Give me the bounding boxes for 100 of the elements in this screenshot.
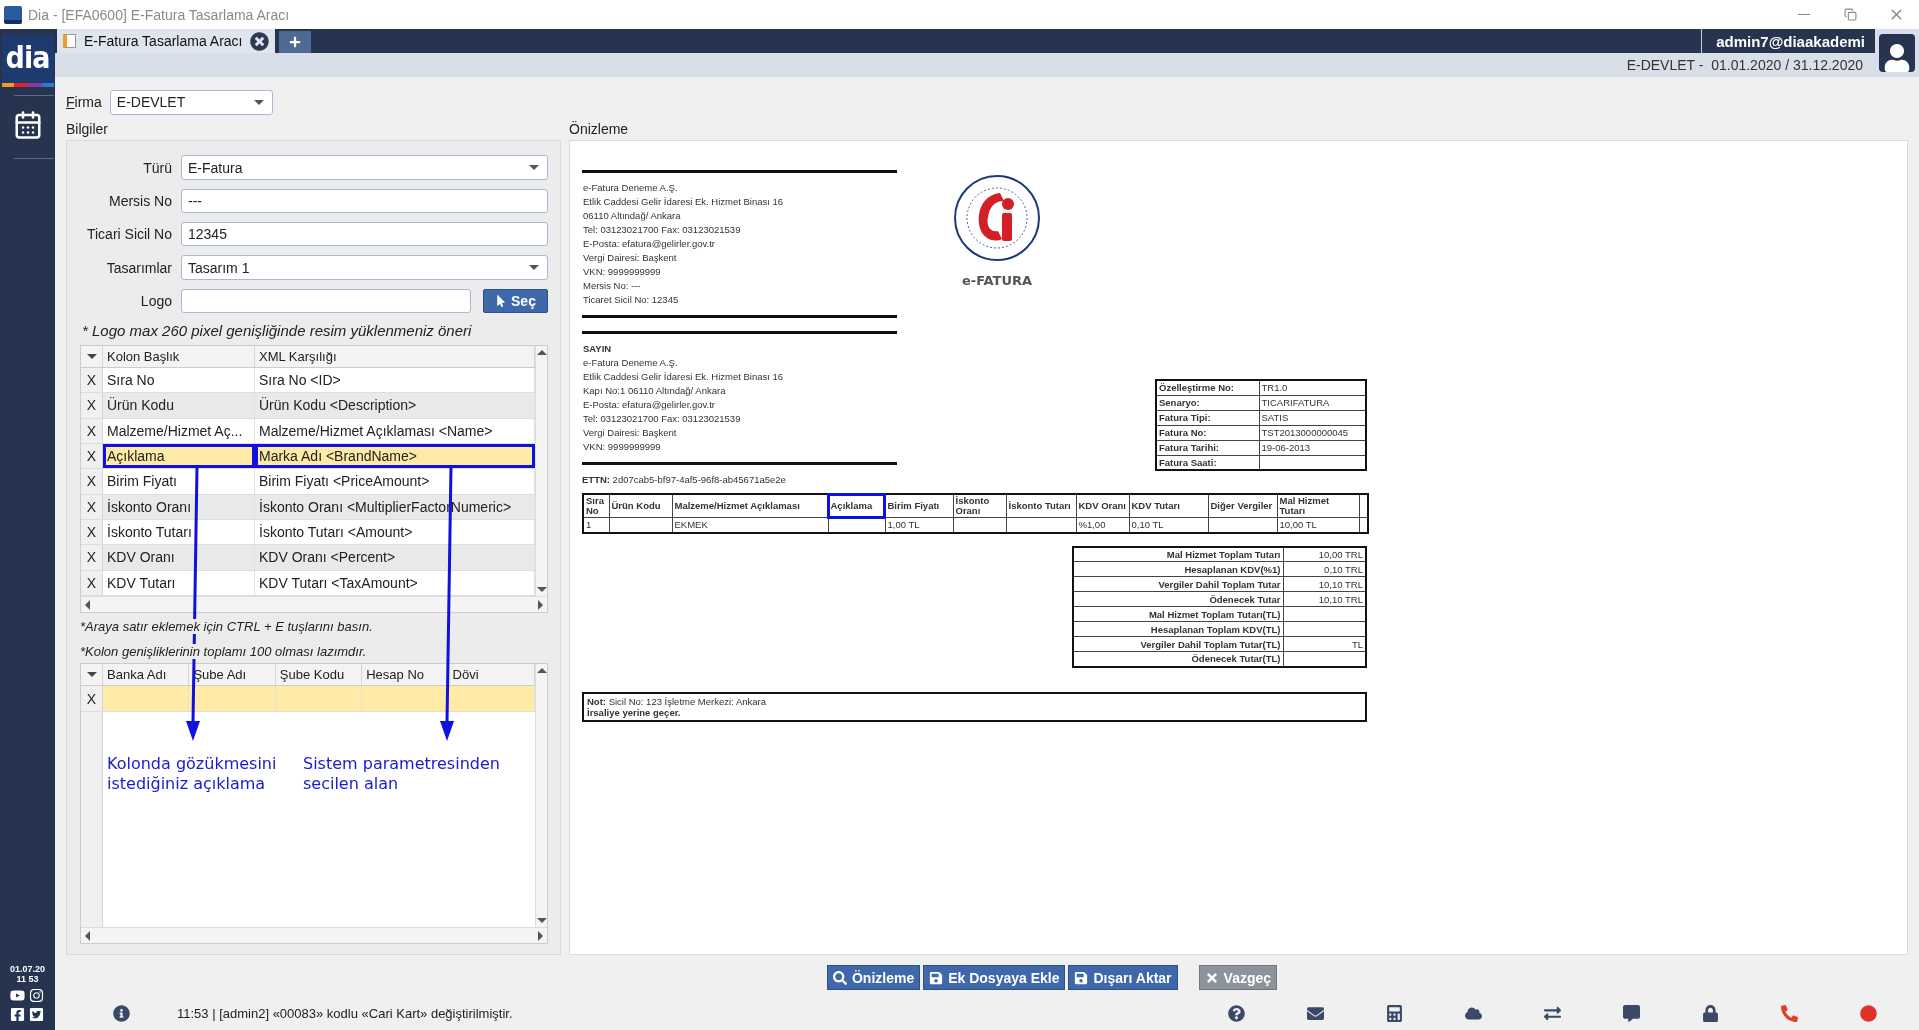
column-header[interactable]: Şube Kodu bbox=[275, 664, 363, 685]
field-label: Ticari Sicil No bbox=[85, 226, 172, 242]
table-cell: Mal Hizmet Toplam Tutarı(TL) bbox=[1073, 606, 1283, 622]
save-icon bbox=[1074, 970, 1089, 985]
grid-row[interactable]: X İskonto Tutarı İskonto Tutarı <Amount> bbox=[81, 519, 535, 546]
section-title: Önizleme bbox=[569, 120, 630, 139]
column-header[interactable]: Hesap No bbox=[362, 664, 449, 685]
twitter-icon[interactable] bbox=[29, 1007, 45, 1022]
column-header[interactable]: Kolon Başlık bbox=[103, 346, 255, 367]
action-button[interactable]: Dışarı Aktar bbox=[1068, 965, 1178, 990]
combo-field[interactable]: E-Fatura bbox=[181, 155, 548, 180]
cursor-icon bbox=[495, 295, 508, 307]
close-icon bbox=[1204, 970, 1219, 985]
action-button[interactable]: Önizleme bbox=[826, 965, 921, 990]
new-tab-button[interactable] bbox=[279, 31, 312, 53]
annotation-text: Sistem parametresinden secilen alan bbox=[303, 754, 501, 795]
save-icon bbox=[929, 970, 944, 985]
combo-field[interactable]: Tasarım 1 bbox=[181, 255, 548, 280]
field-label: Firma bbox=[66, 94, 102, 110]
grid-row[interactable]: X Ürün Kodu Ürün Kodu <Description> bbox=[81, 393, 535, 419]
input-field[interactable]: 12345 bbox=[181, 222, 548, 246]
period-text: E-DEVLET - 01.01.2020 / 31.12.2020 bbox=[1626, 57, 1863, 73]
table-cell: Vergiler Dahil Toplam Tutar(TL) bbox=[1073, 636, 1283, 652]
info-icon[interactable] bbox=[113, 1004, 130, 1022]
video-icon[interactable] bbox=[10, 988, 26, 1003]
column-header: Diğer Vergiler bbox=[1208, 494, 1277, 518]
table-cell: Vergiler Dahil Toplam Tutar bbox=[1073, 576, 1283, 592]
receiver-line: E-Posta: efatura@gelirler.gov.tr bbox=[583, 399, 716, 411]
table-cell: Sıra No bbox=[103, 368, 255, 393]
vertical-scrollbar[interactable] bbox=[535, 664, 547, 927]
column-header[interactable]: Şube Adı bbox=[189, 664, 276, 685]
action-button[interactable]: Ek Dosyaya Ekle bbox=[923, 965, 1066, 990]
column-header: İskonto Tutarı bbox=[1006, 494, 1076, 518]
sender-line: Ticaret Sicil No: 12345 bbox=[583, 294, 680, 306]
select-button[interactable]: Seç bbox=[483, 289, 548, 313]
input-field[interactable]: --- bbox=[181, 189, 548, 213]
table-cell: Ödenecek Tutar bbox=[1073, 591, 1283, 607]
input-field[interactable] bbox=[181, 289, 471, 313]
table-cell: KDV Tutarı bbox=[103, 570, 255, 595]
sender-line: Etlik Caddesi Gelir İdaresi Ek. Hizmet Binası 16 bbox=[583, 196, 785, 208]
table-cell: İskonto Tutarı bbox=[103, 519, 255, 545]
table-cell: Senaryo: bbox=[1156, 395, 1259, 410]
grid-row[interactable]: X Birim Fiyatı Birim Fiyatı <PriceAmount> bbox=[81, 469, 535, 495]
field-label: Türü bbox=[142, 159, 172, 176]
table-cell: Hesaplanan KDV(%1) bbox=[1073, 561, 1283, 577]
tab[interactable]: E-Fatura Tasarlama Aracı bbox=[57, 29, 276, 53]
avatar-icon[interactable] bbox=[1879, 34, 1915, 72]
receiver-line: Etlik Caddesi Gelir İdaresi Ek. Hizmet Binası 16 bbox=[583, 371, 785, 383]
delete-marker[interactable]: X bbox=[81, 368, 103, 393]
section-title: Bilgiler bbox=[66, 120, 109, 139]
grid-row[interactable]: X Sıra No Sıra No <ID> bbox=[81, 368, 535, 394]
grid-row[interactable]: X KDV Tutarı KDV Tutarı <TaxAmount> bbox=[81, 570, 535, 596]
grid-row[interactable]: X Açıklama Marka Adı <BrandName> bbox=[81, 444, 535, 470]
delete-marker[interactable]: X bbox=[81, 545, 103, 570]
delete-marker[interactable]: X bbox=[81, 686, 103, 711]
firma-combo[interactable]: E-DEVLET bbox=[109, 89, 273, 115]
column-header: Ürün Kodu bbox=[609, 494, 672, 518]
delete-marker[interactable]: X bbox=[81, 469, 103, 494]
horizontal-scrollbar[interactable] bbox=[81, 927, 547, 943]
delete-marker[interactable]: X bbox=[81, 519, 103, 545]
table-cell: 1 bbox=[583, 517, 609, 533]
table-cell: İskonto Oranı bbox=[103, 494, 255, 519]
calendar-icon[interactable] bbox=[12, 110, 43, 140]
table-cell: Fatura Tarihi: bbox=[1156, 440, 1259, 455]
table-cell: Fatura Tipi: bbox=[1156, 410, 1259, 425]
facebook-icon[interactable] bbox=[10, 1007, 26, 1022]
table-cell: Hesaplanan Toplam KDV(TL) bbox=[1073, 621, 1283, 637]
sender-line: e-Fatura Deneme A.Ş. bbox=[583, 182, 679, 194]
logo-note: * Logo max 260 pixel genişliğinde resim yüklenmeniz öneri bbox=[82, 322, 473, 339]
sender-line: Vergi Dairesi: Başkent bbox=[583, 252, 678, 264]
receiver-line: VKN: 9999999999 bbox=[583, 441, 662, 453]
hint-text: *Araya satır eklemek için CTRL + E tuşlarını basın. bbox=[80, 619, 373, 634]
receiver-line: Vergi Dairesi: Başkent bbox=[583, 427, 678, 439]
window-title: Dia - [EFA0600] E-Fatura Tasarlama Aracı bbox=[28, 6, 291, 23]
delete-marker[interactable]: X bbox=[81, 494, 103, 519]
camera-icon[interactable] bbox=[29, 988, 45, 1003]
grid-row[interactable]: X Malzeme/Hizmet Aç... Malzeme/Hizmet Açıklaması <Name> bbox=[81, 418, 535, 444]
grid-row[interactable]: X bbox=[81, 686, 535, 712]
document-type: e-FATURA bbox=[961, 273, 1033, 288]
table-cell: Ürün Kodu bbox=[103, 393, 255, 418]
app-icon bbox=[4, 5, 22, 24]
delete-marker[interactable]: X bbox=[81, 418, 103, 443]
table-cell: Açıklama bbox=[103, 444, 255, 469]
vertical-scrollbar[interactable] bbox=[535, 346, 547, 596]
column-header: KDV Tutarı bbox=[1129, 494, 1208, 518]
delete-marker[interactable]: X bbox=[81, 570, 103, 595]
table-cell: Fatura No: bbox=[1156, 425, 1259, 440]
table-cell: Mal Hizmet Toplam Tutarı bbox=[1073, 546, 1283, 562]
column-header: Sıra No bbox=[583, 494, 609, 518]
horizontal-scrollbar[interactable] bbox=[81, 596, 547, 612]
brand-logo: dia bbox=[1, 35, 54, 87]
delete-marker[interactable]: X bbox=[81, 393, 103, 418]
delete-marker[interactable]: X bbox=[81, 444, 103, 469]
annotation-text: Kolonda gözükmesini istediğiniz açıklama bbox=[107, 754, 278, 795]
grid-row[interactable]: X KDV Oranı KDV Oranı <Percent> bbox=[81, 545, 535, 571]
receiver-line: Tel: 03123021700 Fax: 03123021539 bbox=[583, 413, 742, 425]
close-tab-button[interactable] bbox=[250, 31, 270, 51]
column-header[interactable]: Banka Adı bbox=[103, 664, 190, 685]
sender-line: Tel: 03123021700 Fax: 03123021539 bbox=[583, 224, 742, 236]
table-cell: EKMEK bbox=[672, 517, 828, 533]
